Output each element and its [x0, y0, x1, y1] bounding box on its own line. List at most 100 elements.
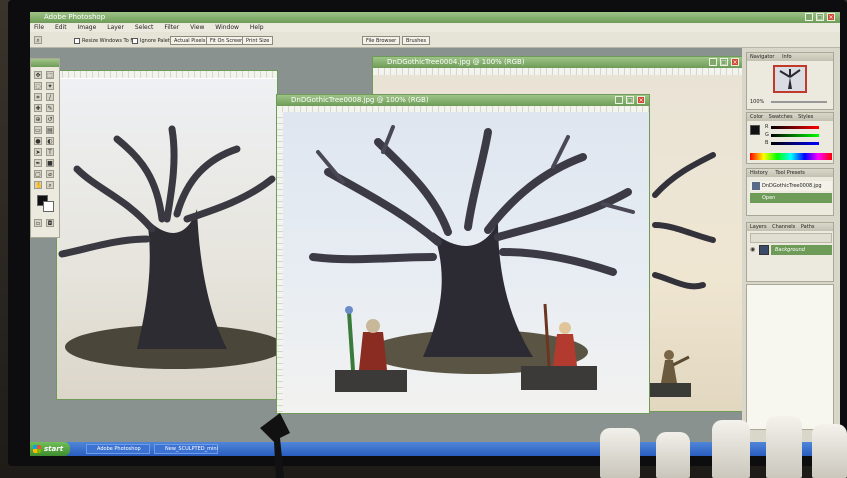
- document-back-maximize-button[interactable]: □: [720, 58, 728, 66]
- zoom-icon[interactable]: ⌕: [46, 181, 54, 189]
- app-maximize-button[interactable]: □: [816, 13, 824, 21]
- menu-select[interactable]: Select: [135, 24, 154, 31]
- toolbox-titlebar[interactable]: [31, 59, 59, 67]
- document-back-close-button[interactable]: ×: [731, 58, 739, 66]
- document-back-ruler: [373, 68, 743, 75]
- tab-brushes[interactable]: Brushes: [402, 36, 431, 45]
- brush-icon[interactable]: ✎: [46, 104, 54, 112]
- layer-visibility-eye-icon[interactable]: ◉: [750, 245, 756, 255]
- tab-paths[interactable]: Paths: [801, 224, 815, 230]
- menu-image[interactable]: Image: [78, 24, 97, 31]
- document-front-title: DnDGothicTree0008.jpg @ 100% (RGB): [291, 96, 429, 104]
- tab-info[interactable]: Info: [782, 54, 791, 60]
- layers-panel: Layers Channels Paths ◉ Background: [746, 222, 834, 282]
- toolbox: ✥ ⬚ ◌ ✦ ⌗ / ✚ ✎ ⊕ ↺ ▭ ▤ ● ◐ ➤ T ✒ ■ ▢ ⌀ …: [30, 58, 60, 238]
- document-canvas-front[interactable]: [283, 112, 649, 413]
- taskbar-item-photoshop[interactable]: Adobe Photoshop: [86, 444, 150, 454]
- zoom-tool-icon[interactable]: ⌕: [34, 36, 42, 44]
- document-back-titlebar[interactable]: DnDGothicTree0004.jpg @ 100% (RGB): [373, 57, 743, 68]
- actual-pixels-button[interactable]: Actual Pixels: [170, 36, 210, 45]
- path-select-icon[interactable]: ➤: [34, 148, 42, 156]
- tree-image-front: [309, 125, 635, 392]
- tab-swatches[interactable]: Swatches: [769, 114, 793, 120]
- menu-window[interactable]: Window: [215, 24, 239, 31]
- taskbar-item-folder[interactable]: New_SCULPTED_mini: [154, 444, 218, 454]
- navigator-tree-thumbnail: [779, 69, 801, 89]
- eraser-icon[interactable]: ▭: [34, 126, 42, 134]
- miniature-silhouette: [260, 413, 290, 478]
- tab-tool-presets[interactable]: Tool Presets: [775, 170, 805, 176]
- history-snapshot-icon: [752, 182, 760, 190]
- color-spectrum-bar[interactable]: [750, 153, 832, 160]
- tab-layers[interactable]: Layers: [750, 224, 767, 230]
- quickmask-mode-icon[interactable]: ◘: [46, 219, 54, 227]
- app-title: Adobe Photoshop: [44, 13, 106, 21]
- dodge-icon[interactable]: ◐: [46, 137, 54, 145]
- resize-windows-checkbox[interactable]: [74, 38, 80, 44]
- app-minimize-button[interactable]: _: [805, 13, 813, 21]
- tab-file-browser[interactable]: File Browser: [362, 36, 401, 45]
- windows-logo-icon: [33, 445, 41, 453]
- document-front-minimize-button[interactable]: _: [615, 96, 623, 104]
- ignore-palettes-checkbox[interactable]: [132, 38, 138, 44]
- tab-history[interactable]: History: [750, 170, 768, 176]
- tab-channels[interactable]: Channels: [772, 224, 795, 230]
- menu-edit[interactable]: Edit: [55, 24, 67, 31]
- document-front-maximize-button[interactable]: □: [626, 96, 634, 104]
- color-tabs: Color Swatches Styles: [747, 113, 833, 121]
- tab-styles[interactable]: Styles: [798, 114, 813, 120]
- move-icon[interactable]: ✥: [34, 71, 42, 79]
- app-close-button[interactable]: ×: [827, 13, 835, 21]
- navigator-zoom-slider[interactable]: [771, 101, 827, 103]
- app-titlebar: Adobe Photoshop: [30, 12, 840, 23]
- crop-icon[interactable]: ⌗: [34, 93, 42, 101]
- healing-icon[interactable]: ✚: [34, 104, 42, 112]
- document-canvas-left[interactable]: [57, 79, 277, 399]
- type-icon[interactable]: T: [46, 148, 54, 156]
- shape-icon[interactable]: ■: [46, 159, 54, 167]
- history-snapshot-item[interactable]: DnDGothicTree0008.jpg: [750, 181, 832, 191]
- marquee-icon[interactable]: ⬚: [46, 71, 54, 79]
- lasso-icon[interactable]: ◌: [34, 82, 42, 90]
- history-brush-icon[interactable]: ↺: [46, 115, 54, 123]
- channel-b-slider[interactable]: [771, 142, 819, 145]
- color-foreground-swatch[interactable]: [750, 125, 760, 135]
- notes-icon[interactable]: ▢: [34, 170, 42, 178]
- eyedropper-icon[interactable]: ⌀: [46, 170, 54, 178]
- color-panel: Color Swatches Styles R G B: [746, 112, 834, 164]
- stamp-icon[interactable]: ⊕: [34, 115, 42, 123]
- channel-r-slider[interactable]: [771, 126, 819, 129]
- magic-wand-icon[interactable]: ✦: [46, 82, 54, 90]
- menu-layer[interactable]: Layer: [107, 24, 124, 31]
- navigator-thumbnail[interactable]: [773, 65, 807, 93]
- document-window-left[interactable]: [56, 70, 278, 400]
- background-color-icon[interactable]: [43, 201, 54, 212]
- standard-mode-icon[interactable]: ▫: [34, 219, 42, 227]
- layer-background[interactable]: Background: [771, 245, 832, 255]
- menu-file[interactable]: File: [34, 24, 44, 31]
- document-front-close-button[interactable]: ×: [637, 96, 645, 104]
- menu-help[interactable]: Help: [250, 24, 264, 31]
- history-panel: History Tool Presets DnDGothicTree0008.j…: [746, 168, 834, 216]
- slice-icon[interactable]: /: [46, 93, 54, 101]
- paint-bottle-2: [656, 432, 690, 478]
- hand-icon[interactable]: ✋: [34, 181, 42, 189]
- document-back-minimize-button[interactable]: _: [709, 58, 717, 66]
- channel-g-slider[interactable]: [771, 134, 819, 137]
- menu-view[interactable]: View: [190, 24, 204, 31]
- tab-color[interactable]: Color: [750, 114, 763, 120]
- document-front-titlebar[interactable]: DnDGothicTree0008.jpg @ 100% (RGB): [277, 95, 649, 106]
- menu-filter[interactable]: Filter: [164, 24, 179, 31]
- history-step-open[interactable]: Open: [750, 193, 832, 203]
- channel-g-label: G: [765, 132, 769, 138]
- paint-bottle-4: [766, 416, 802, 478]
- print-size-button[interactable]: Print Size: [242, 36, 274, 45]
- navigator-panel: Navigator Info 100%: [746, 52, 834, 110]
- tab-navigator[interactable]: Navigator: [750, 54, 774, 60]
- paint-bottle-5: [812, 424, 847, 478]
- blur-icon[interactable]: ●: [34, 137, 42, 145]
- pen-icon[interactable]: ✒: [34, 159, 42, 167]
- document-window-front[interactable]: DnDGothicTree0008.jpg @ 100% (RGB) _ □ ×: [276, 94, 650, 414]
- navigator-zoom-value: 100%: [750, 99, 765, 105]
- gradient-icon[interactable]: ▤: [46, 126, 54, 134]
